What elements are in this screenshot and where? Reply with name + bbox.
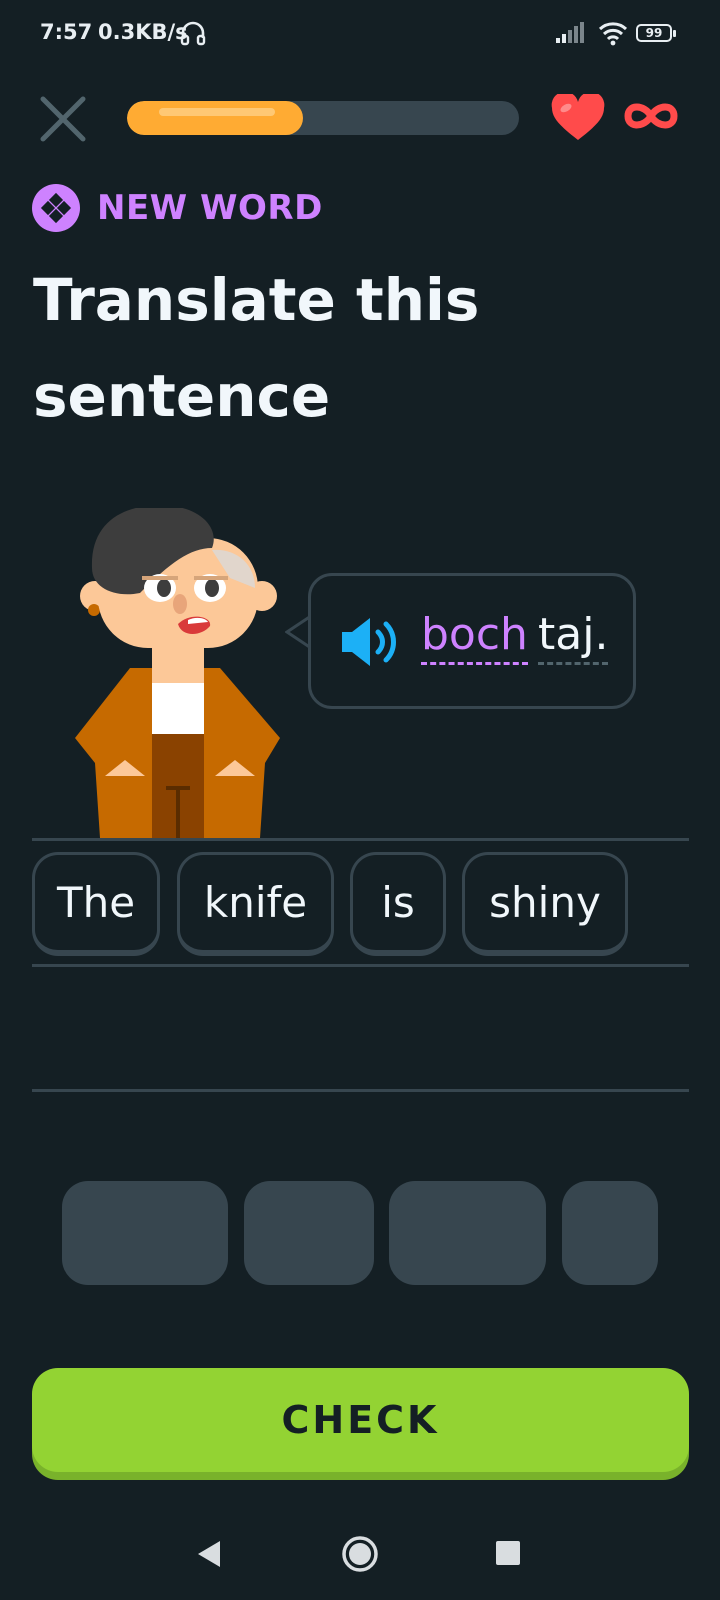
word-bank-slot	[389, 1181, 546, 1285]
recents-icon[interactable]	[496, 1541, 520, 1565]
battery-level: 99	[645, 26, 663, 40]
close-icon	[40, 96, 86, 142]
new-word-icon	[32, 184, 80, 232]
lesson-progress-bar	[127, 101, 519, 135]
heart-icon[interactable]	[550, 91, 606, 146]
prompt-word[interactable]: taj.	[538, 610, 609, 665]
status-time: 7:57	[40, 20, 93, 44]
answer-word-chip[interactable]: The	[32, 852, 160, 956]
signal-icon	[556, 22, 586, 48]
page-title: Translate this sentence	[33, 266, 480, 430]
answer-word-chip[interactable]: knife	[177, 852, 334, 956]
word-bank-slot	[562, 1181, 658, 1285]
word-bank-slot	[62, 1181, 228, 1285]
status-bar: 7:57 0.3KB/s 99	[0, 0, 720, 70]
back-icon[interactable]	[196, 1539, 222, 1573]
answer-line-middle	[32, 964, 689, 967]
check-button[interactable]: CHECK	[32, 1368, 689, 1472]
progress-fill	[127, 101, 304, 135]
network-speed: 0.3KB/s	[98, 20, 188, 44]
close-button[interactable]	[38, 94, 88, 144]
speaker-icon[interactable]	[340, 614, 406, 674]
headset-icon	[180, 20, 206, 50]
answer-line-bottom	[32, 1089, 689, 1092]
answer-word-chip[interactable]: shiny	[462, 852, 628, 956]
answer-line-top	[32, 838, 689, 841]
word-bank-slot	[244, 1181, 374, 1285]
home-icon[interactable]	[341, 1535, 379, 1577]
answer-word-chip[interactable]: is	[350, 852, 446, 956]
wifi-icon	[598, 20, 628, 50]
new-word-label: NEW WORD	[97, 188, 323, 228]
character-illustration	[70, 505, 290, 842]
battery-icon: 99	[636, 24, 676, 44]
infinite-hearts-icon	[624, 100, 678, 136]
prompt-word-new[interactable]: boch	[421, 610, 528, 665]
